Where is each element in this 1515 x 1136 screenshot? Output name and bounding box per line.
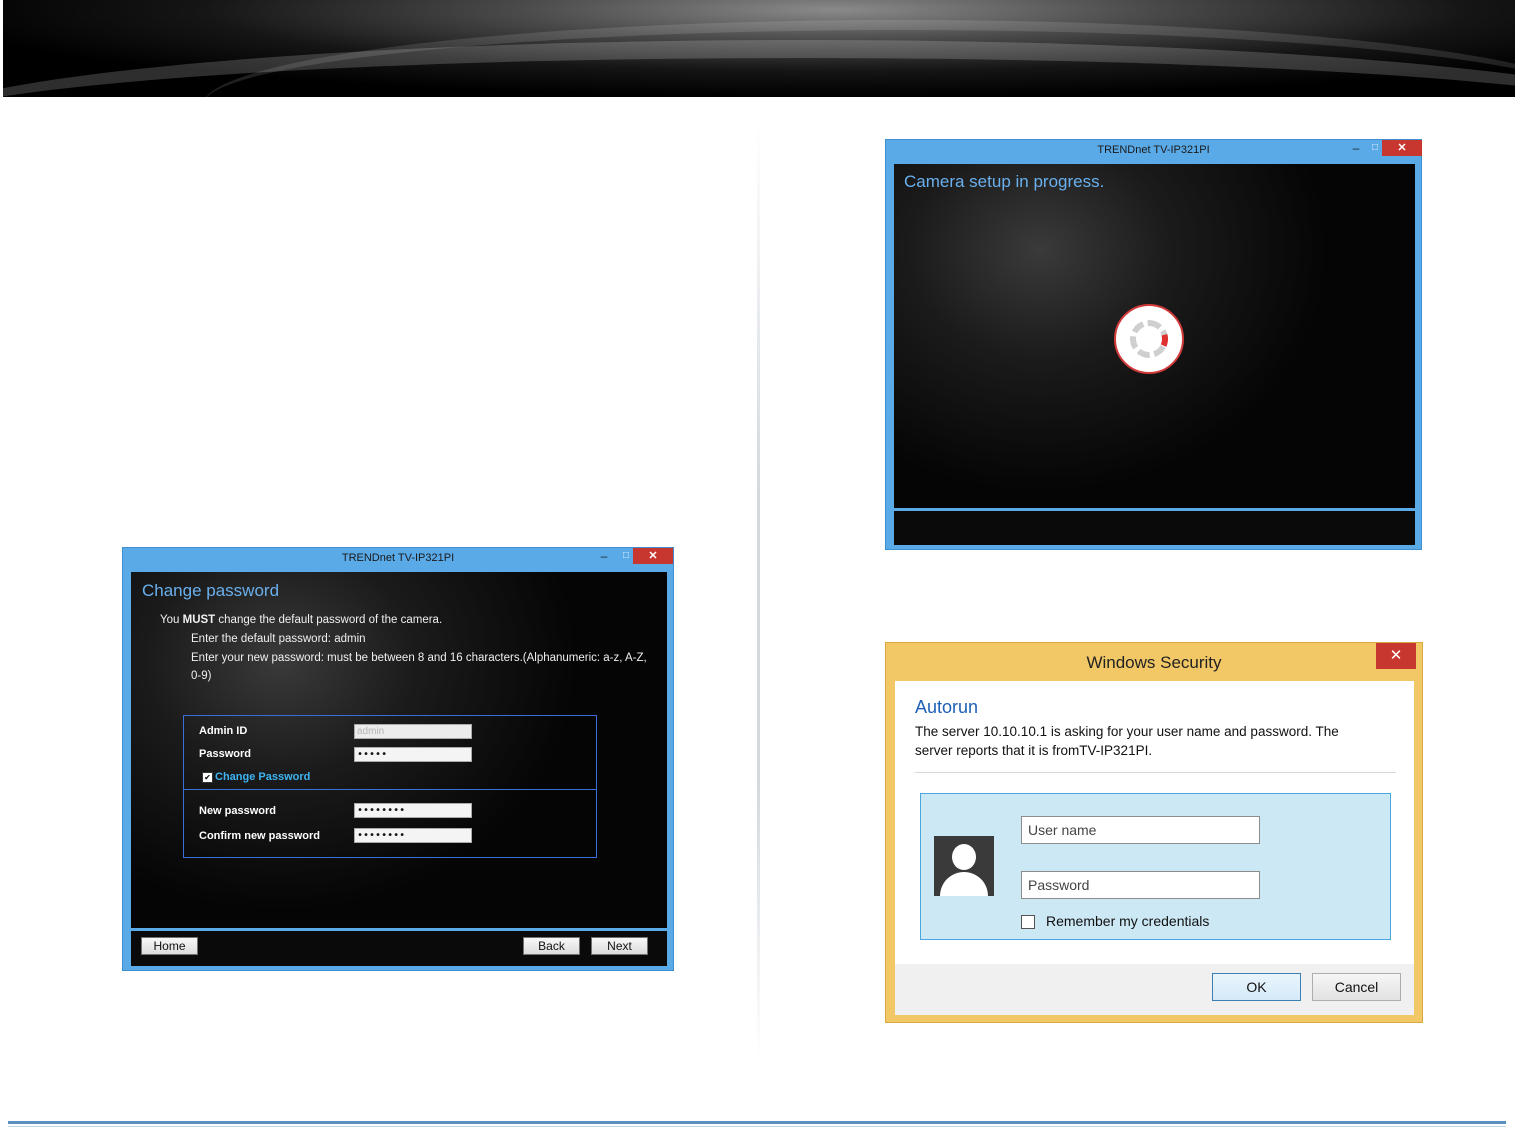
must-change-notice: You MUST change the default password of … xyxy=(160,614,442,626)
username-input[interactable]: User name xyxy=(1021,816,1260,844)
change-password-checkbox[interactable]: ✔ xyxy=(202,772,213,783)
change-password-label[interactable]: Change Password xyxy=(215,771,310,783)
minimize-button[interactable]: – xyxy=(597,550,611,564)
must-emphasis: MUST xyxy=(182,614,216,626)
footer-rule-secondary xyxy=(8,1126,1506,1127)
remember-credentials-checkbox[interactable] xyxy=(1021,915,1035,929)
change-password-window: TRENDnet TV-IP321PI – □ ✕ Change passwor… xyxy=(122,547,674,971)
minimize-button[interactable]: – xyxy=(1349,142,1363,156)
dialog-message: The server 10.10.10.1 is asking for your… xyxy=(915,724,1339,758)
close-button[interactable]: ✕ xyxy=(633,548,673,564)
window-title: TRENDnet TV-IP321PI xyxy=(341,552,455,564)
remember-credentials-label[interactable]: Remember my credentials xyxy=(1046,913,1209,929)
camera-setup-window: TRENDnet TV-IP321PI – □ ✕ Camera setup i… xyxy=(885,139,1422,550)
dialog-body: Autorun The server 10.10.10.1 is asking … xyxy=(895,681,1414,964)
setup-status-text: Camera setup in progress. xyxy=(904,172,1105,191)
avatar-head xyxy=(952,844,976,870)
maximize-button[interactable]: □ xyxy=(1368,142,1382,156)
new-password-label: New password xyxy=(199,805,277,817)
password-label: Password xyxy=(199,748,251,760)
password-input[interactable]: Password xyxy=(1021,871,1260,899)
password-field[interactable]: ••••• xyxy=(354,747,472,762)
new-password-hint-line2: 0-9) xyxy=(191,670,212,682)
confirm-password-label: Confirm new password xyxy=(199,830,321,842)
window-title: TRENDnet TV-IP321PI xyxy=(1097,144,1210,156)
default-password-hint: Enter the default password: admin xyxy=(191,633,366,645)
credentials-tile: User name Password Remember my credentia… xyxy=(920,793,1391,940)
back-button[interactable]: Back xyxy=(523,937,580,955)
user-avatar-icon xyxy=(934,836,994,896)
page-title: Change password xyxy=(142,581,280,600)
dialog-footer: OK Cancel xyxy=(895,964,1414,1015)
cancel-button[interactable]: Cancel xyxy=(1312,973,1401,1001)
dialog-heading: Autorun xyxy=(915,697,979,717)
setup-footer xyxy=(894,508,1415,545)
next-button[interactable]: Next xyxy=(591,937,648,955)
must-prefix: You xyxy=(160,614,183,626)
column-divider xyxy=(757,125,760,1060)
dialog-divider xyxy=(915,772,1396,773)
admin-id-label: Admin ID xyxy=(199,725,248,737)
close-button[interactable]: ✕ xyxy=(1382,140,1422,156)
must-suffix: change the default password of the camer… xyxy=(215,614,443,626)
confirm-password-field[interactable]: •••••••• xyxy=(354,828,472,843)
change-password-content: Change password You MUST change the defa… xyxy=(131,572,667,928)
banner-swoosh-secondary xyxy=(203,20,1515,97)
ok-button[interactable]: OK xyxy=(1212,973,1301,1001)
maximize-button[interactable]: □ xyxy=(619,550,633,564)
home-button[interactable]: Home xyxy=(141,937,198,955)
camera-setup-content: Camera setup in progress. xyxy=(894,164,1415,508)
window-titlebar[interactable]: TRENDnet TV-IP321PI – □ ✕ xyxy=(886,140,1422,162)
panel-divider xyxy=(184,789,596,790)
windows-security-dialog: Windows Security ✕ Autorun The server 10… xyxy=(885,642,1423,1023)
close-button[interactable]: ✕ xyxy=(1376,643,1416,669)
avatar-body xyxy=(940,872,988,896)
new-password-hint-line1: Enter your new password: must be between… xyxy=(191,652,647,664)
dialog-title: Windows Security xyxy=(1086,653,1222,672)
admin-id-field: admin xyxy=(354,724,472,739)
new-password-field[interactable]: •••••••• xyxy=(354,803,472,818)
credentials-panel: Admin ID admin Password ••••• ✔ Change P… xyxy=(183,715,597,858)
wizard-footer: Home Back Next xyxy=(131,928,667,966)
footer-rule xyxy=(8,1121,1506,1124)
loading-spinner-icon xyxy=(1114,304,1184,374)
window-titlebar[interactable]: TRENDnet TV-IP321PI – □ ✕ xyxy=(123,548,673,570)
header-banner xyxy=(3,0,1515,97)
